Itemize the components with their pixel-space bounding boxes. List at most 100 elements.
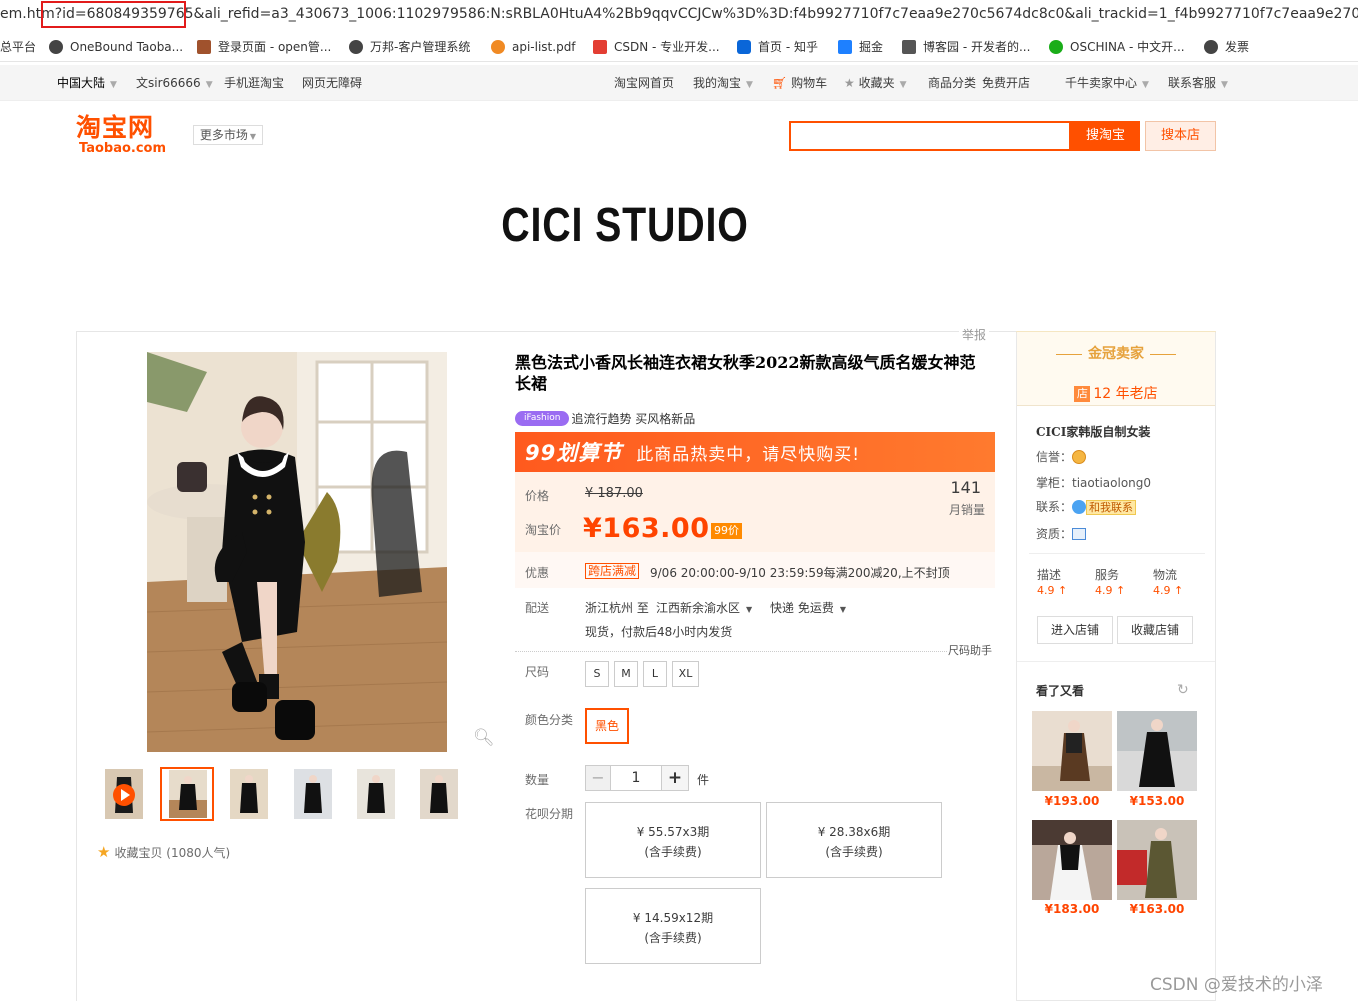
thumb-image: [294, 769, 332, 819]
bookmark-item[interactable]: OneBound Taoba...: [49, 38, 183, 56]
favorite-item-link[interactable]: ★ 收藏宝贝 (1080人气): [97, 843, 230, 861]
address-bar[interactable]: em.htm?id=680849359765&ali_refid=a3_4306…: [0, 0, 1358, 30]
bookmarks-bar: 总平台 OneBound Taoba... 登录页面 - open管... 万邦…: [0, 32, 1358, 62]
service-menu[interactable]: 联系客服 ▼: [1168, 75, 1228, 93]
my-taobao-menu[interactable]: 我的淘宝 ▼: [693, 75, 753, 93]
zoom-icon[interactable]: 🔍︎: [473, 728, 495, 748]
quantity-input[interactable]: 1: [610, 765, 662, 791]
score-value: 4.9 ↑: [1037, 584, 1068, 597]
bookmark-item[interactable]: 发票: [1204, 38, 1249, 56]
star-icon: ★: [844, 76, 855, 90]
thumb-1[interactable]: [160, 767, 214, 821]
mobile-link[interactable]: 手机逛淘宝: [224, 75, 284, 91]
ifashion-tag[interactable]: iFashion: [515, 410, 570, 426]
quantity-label: 数量: [525, 773, 550, 787]
product-title: 黑色法式小香风长袖连衣裙女秋季2022新款高级气质名媛女神范长裙: [515, 353, 976, 393]
shipping-method[interactable]: 快递 免运费 ▼: [770, 599, 846, 616]
shop-name[interactable]: CICI家韩版自制女装: [1036, 423, 1150, 440]
installment-label: 花呗分期: [525, 807, 574, 821]
bookmark-item[interactable]: OSCHINA - 中文开...: [1049, 38, 1185, 56]
categories-link[interactable]: 商品分类: [928, 75, 976, 91]
search-input[interactable]: [789, 121, 1071, 151]
also-viewed-image[interactable]: [1032, 711, 1112, 791]
search-taobao-button[interactable]: 搜淘宝: [1071, 121, 1140, 151]
pdf-icon: [491, 40, 505, 54]
also-viewed-image[interactable]: [1032, 820, 1112, 900]
store-banner[interactable]: CICI STUDIO: [473, 198, 776, 253]
score-label: 服务: [1095, 568, 1120, 582]
enter-shop-button[interactable]: 进入店铺: [1037, 616, 1113, 644]
search-shop-button[interactable]: 搜本店: [1145, 121, 1216, 151]
thumb-3[interactable]: [294, 769, 332, 819]
bookmark-item[interactable]: 掘金: [838, 38, 883, 56]
size-option-m[interactable]: M: [614, 661, 638, 687]
bookmark-item[interactable]: 博客园 - 开发者的...: [902, 38, 1030, 56]
cnblogs-icon: [902, 40, 916, 54]
bookmark-item[interactable]: 首页 - 知乎: [737, 38, 818, 56]
user-menu[interactable]: 文sir66666 ▼: [136, 75, 213, 93]
promo-banner: 99划算节 此商品热卖中，请尽快购买!: [515, 432, 995, 472]
installment-option-6[interactable]: ¥ 28.38x6期 (含手续费): [766, 802, 942, 878]
watermark: CSDN @爱技术的小泽: [1150, 975, 1323, 995]
license-icon[interactable]: [1072, 528, 1087, 540]
shipping-from: 浙江杭州 至: [585, 601, 649, 615]
coupon-label: 优惠: [525, 566, 550, 580]
shipping-destination[interactable]: 江西新余渝水区 ▼: [656, 599, 752, 616]
favorites-menu[interactable]: ★ 收藏夹 ▼: [844, 75, 907, 93]
also-viewed-price: ¥153.00: [1129, 794, 1185, 808]
more-markets-menu[interactable]: 更多市场 ▼: [193, 125, 263, 145]
chevron-down-icon: ▼: [899, 80, 907, 90]
bookmark-item[interactable]: 万邦-客户管理系统: [349, 38, 470, 56]
cart-icon: 🛒︎: [772, 76, 788, 90]
size-helper-link[interactable]: 尺码助手: [948, 642, 992, 658]
accessible-link[interactable]: 网页无障碍: [302, 75, 362, 91]
report-link[interactable]: 举报: [959, 326, 990, 343]
thumb-5[interactable]: [420, 769, 458, 819]
region-selector[interactable]: 中国大陆 ▼: [57, 75, 117, 93]
price-label: 价格: [525, 489, 550, 503]
also-viewed-image[interactable]: [1117, 820, 1197, 900]
coupon-tag[interactable]: 跨店满减: [585, 563, 640, 579]
bookmark-item[interactable]: CSDN - 专业开发...: [593, 38, 720, 56]
installment-option-3[interactable]: ¥ 55.57x3期 (含手续费): [585, 802, 761, 878]
divider: [1017, 661, 1215, 662]
seller-center-menu[interactable]: 千牛卖家中心 ▼: [1065, 75, 1149, 93]
also-viewed-price: ¥183.00: [1044, 902, 1100, 916]
arrow-up-icon: ↑: [1116, 584, 1126, 597]
contact-button[interactable]: 和我联系: [1086, 500, 1137, 515]
quantity-increase-button[interactable]: +: [661, 765, 689, 791]
also-viewed-title: 看了又看: [1036, 684, 1085, 698]
promo-logo: 99划算节: [525, 441, 623, 465]
refresh-icon[interactable]: ↻: [1177, 682, 1189, 698]
bookmark-item[interactable]: 登录页面 - open管...: [197, 38, 331, 56]
installment-option-12[interactable]: ¥ 14.59x12期 (含手续费): [585, 888, 761, 964]
size-option-xl[interactable]: XL: [672, 661, 699, 687]
color-option-black[interactable]: 黑色: [585, 708, 629, 744]
taobao-logo[interactable]: 淘宝网 Taobao.com: [76, 114, 176, 158]
thumb-4[interactable]: [357, 769, 395, 819]
also-viewed-image[interactable]: [1117, 711, 1197, 791]
quantity-decrease-button[interactable]: −: [585, 765, 611, 791]
bookmark-item[interactable]: api-list.pdf: [491, 38, 576, 56]
qualification-row: 资质：: [1036, 525, 1087, 542]
size-label: 尺码: [525, 665, 550, 679]
chevron-down-icon: ▼: [839, 605, 846, 614]
oschina-icon: [1049, 40, 1063, 54]
favorite-shop-button[interactable]: 收藏店铺: [1117, 616, 1193, 644]
size-option-l[interactable]: L: [643, 661, 667, 687]
open-shop-link[interactable]: 免费开店: [982, 75, 1030, 91]
shop-age: 店 12 年老店: [1017, 383, 1215, 403]
cart-link[interactable]: 🛒︎ 购物车: [772, 75, 827, 91]
arrow-up-icon: ↑: [1058, 584, 1068, 597]
home-link[interactable]: 淘宝网首页: [614, 75, 674, 91]
thumb-2[interactable]: [230, 769, 268, 819]
arrow-up-icon: ↑: [1174, 584, 1184, 597]
juejin-icon: [838, 40, 852, 54]
main-product-image[interactable]: [147, 352, 447, 752]
size-option-s[interactable]: S: [585, 661, 609, 687]
thumb-image: [357, 769, 395, 819]
promo-message: 此商品热卖中，请尽快购买!: [636, 444, 861, 465]
shop-badge-icon: 店: [1074, 386, 1091, 402]
bookmark-item[interactable]: 总平台: [0, 38, 36, 56]
thumb-video[interactable]: [105, 769, 143, 819]
